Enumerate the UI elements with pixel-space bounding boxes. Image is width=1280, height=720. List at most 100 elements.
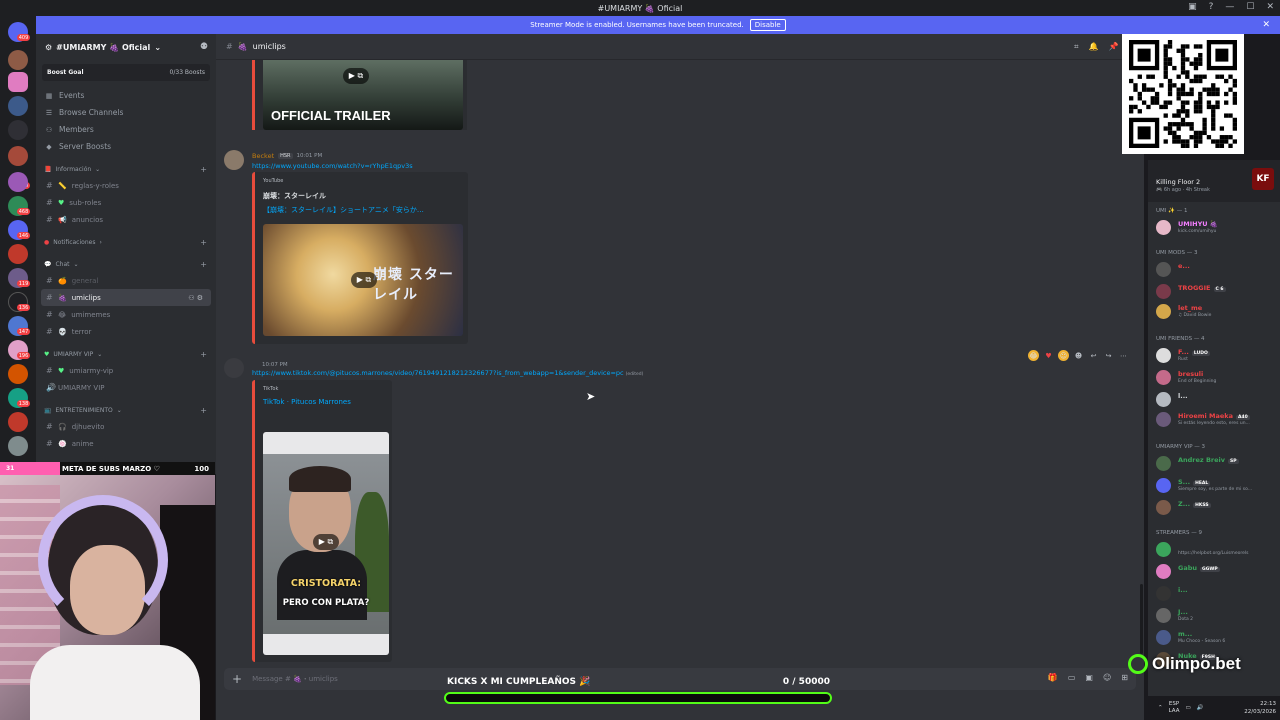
server-icon[interactable] (8, 146, 28, 166)
inbox-icon[interactable]: ▣ (1188, 2, 1197, 12)
gift-icon[interactable]: 🎁 (1048, 673, 1058, 682)
react-laugh-icon[interactable]: 😂 (1028, 350, 1039, 361)
member-item[interactable]: Hiroemi Maeka A40 Si estás leyendo esto, … (1156, 410, 1280, 430)
invite-people-icon[interactable]: ⚉ (200, 42, 208, 52)
apps-icon[interactable]: ⊞ (1121, 673, 1128, 682)
server-icon[interactable] (8, 172, 28, 192)
react-smile-icon[interactable]: ☺ (1058, 350, 1069, 361)
member-activity-card[interactable]: Killing Floor 2 🎮 6h ago · 4h Streak KF (1148, 160, 1280, 202)
server-icon[interactable] (8, 436, 28, 456)
member-item[interactable]: e... (1156, 260, 1280, 280)
member-item[interactable]: J... Dota 2 (1156, 606, 1280, 626)
play-icon[interactable]: ▶ ⧉ (351, 272, 377, 288)
language-indicator[interactable]: ESP LAA (1169, 701, 1180, 715)
add-channel-icon[interactable]: + (200, 350, 207, 359)
pin-icon[interactable]: 📌 (1108, 42, 1118, 52)
gif-icon[interactable]: ▭ (1068, 673, 1076, 682)
embed-provider[interactable]: YouTube (263, 178, 283, 184)
play-icon[interactable]: ▶ ⧉ (343, 68, 369, 84)
channel-sub-roles[interactable]: # ♥ sub-roles (36, 194, 216, 211)
guild-header[interactable]: ⚙ #UMIARMY 🍇 Oficial ⌄ ⚉ (36, 34, 216, 60)
embed-provider[interactable]: TikTok (263, 386, 278, 392)
category-entretenimiento[interactable]: 📺 ENTRETENIMIENTO ⌄ + (36, 402, 216, 418)
add-channel-icon[interactable]: + (200, 260, 207, 269)
channel-terror[interactable]: # 💀 terror (36, 323, 216, 340)
bell-icon[interactable]: 🔔 (1089, 42, 1099, 52)
network-icon[interactable]: ▭ (1185, 705, 1190, 711)
channel-umimemes[interactable]: # 😂 umimemes (36, 306, 216, 323)
embed-author[interactable]: 崩壊：スターレイル (263, 191, 326, 201)
server-icon[interactable] (8, 96, 28, 116)
channel-general[interactable]: # 🍊 general (36, 272, 216, 289)
add-channel-icon[interactable]: + (200, 238, 207, 247)
nav-browse-channels[interactable]: ☰ Browse Channels (36, 104, 216, 121)
avatar[interactable] (224, 150, 244, 170)
member-item[interactable]: l... (1156, 390, 1280, 410)
member-item[interactable]: m... Mu Choco - Season 6 (1156, 628, 1280, 648)
member-item[interactable]: let_me ♫ David Bowie (1156, 302, 1280, 322)
forward-icon[interactable]: ↪ (1103, 350, 1114, 361)
add-channel-icon[interactable]: + (200, 406, 207, 415)
reply-icon[interactable]: ↩ (1088, 350, 1099, 361)
boost-goal-bar[interactable]: Boost Goal 0/33 Boosts (42, 64, 210, 81)
help-icon[interactable]: ? (1209, 2, 1214, 12)
member-item[interactable]: Z... HKSS (1156, 498, 1280, 518)
avatar[interactable] (224, 358, 244, 378)
tiktok-url[interactable]: https://www.tiktok.com/@pitucos.marrones… (252, 369, 624, 377)
server-icon[interactable] (8, 364, 28, 384)
tiktok-thumbnail[interactable]: ▶ ⧉ CRISTORATA: PERO CON PLATA? (263, 432, 389, 655)
channel-settings-icons[interactable]: ⚇ ⚙ (188, 294, 203, 302)
upload-plus-icon[interactable]: + (232, 672, 242, 686)
member-item[interactable]: Andrez Breiv SP (1156, 454, 1280, 474)
embed-title-link[interactable]: 【崩壊：スターレイル】ショートアニメ「安らか… (263, 205, 424, 215)
react-heart-icon[interactable]: ♥ (1043, 350, 1054, 361)
member-item[interactable]: bresuli End of Beginning (1156, 368, 1280, 388)
category-informacion[interactable]: 📕 Información ⌄ + (36, 161, 216, 177)
member-item[interactable]: F... LUDO Rust (1156, 346, 1280, 366)
server-icon[interactable] (8, 412, 28, 432)
channel-djhuevito[interactable]: # 🎧 djhuevito (36, 418, 216, 435)
volume-icon[interactable]: 🔊 (1197, 705, 1204, 711)
server-icon[interactable] (8, 72, 28, 92)
server-icon[interactable] (8, 120, 28, 140)
server-icon[interactable] (8, 50, 28, 70)
embed-title-link[interactable]: TikTok · Pitucos Marrones (263, 398, 351, 406)
youtube-thumbnail[interactable]: 崩壊 スターレイル ▶ ⧉ (263, 224, 463, 336)
category-umiarmy-vip[interactable]: ♥ UMIARMY VIP ⌄ + (36, 346, 216, 362)
category-chat[interactable]: 💬 Chat ⌄ + (36, 256, 216, 272)
system-clock[interactable]: 22:13 22/03/2026 (1244, 700, 1276, 716)
chat-scrollbar[interactable] (1140, 584, 1143, 654)
channel-umiarmy-vip[interactable]: # ♥ umiarmy-vip (36, 362, 216, 379)
minimize-button[interactable]: — (1225, 2, 1234, 12)
channel-reglas-y-roles[interactable]: # 📏 reglas-y-roles (36, 177, 216, 194)
member-item[interactable]: S... HEAL Siempre soy, es parte de mi so.… (1156, 476, 1280, 496)
message-link[interactable]: https://www.tiktok.com/@pitucos.marrones… (252, 369, 643, 377)
emoji-icon[interactable]: ☺ (1103, 673, 1111, 682)
channel-umiclips[interactable]: # 🍇 umiclips ⚇ ⚙ (41, 289, 211, 306)
play-icon[interactable]: ▶ ⧉ (313, 534, 339, 550)
sticker-icon[interactable]: ▣ (1085, 673, 1093, 682)
channel-anuncios[interactable]: # 📢 anuncios (36, 211, 216, 228)
member-item[interactable]: TROGGIE C 6 (1156, 282, 1280, 302)
composer-placeholder[interactable]: Message # 🍇・umiclips (252, 674, 338, 684)
voice-channel-umiarmy-vip[interactable]: 🔊 UMIARMY VIP (36, 379, 216, 396)
nav-members[interactable]: ⚇ Members (36, 121, 216, 138)
member-item[interactable]: UMIHYU 🍇 kick.com/umihyu (1156, 218, 1280, 238)
server-icon[interactable] (8, 244, 28, 264)
add-reaction-icon[interactable]: ☻ (1073, 350, 1084, 361)
chevron-up-icon[interactable]: ⌃ (1158, 705, 1163, 711)
disable-streamer-mode-button[interactable]: Disable (749, 19, 786, 31)
member-item[interactable]: ㅤ https://helpbot.org/Luismeorels (1156, 540, 1280, 560)
threads-icon[interactable]: ⌗ (1074, 42, 1079, 52)
nav-server-boosts[interactable]: ◆ Server Boosts (36, 138, 216, 155)
channel-anime[interactable]: # 🍥 anime (36, 435, 216, 452)
more-options-icon[interactable]: ⋯ (1118, 350, 1129, 361)
message-author[interactable]: Becket (252, 152, 274, 160)
video-embed-trailer[interactable]: ▶ ⧉ OFFICIAL TRAILER (252, 60, 467, 130)
close-banner-icon[interactable]: ✕ (1262, 20, 1270, 30)
member-item[interactable]: Gabu GGWP (1156, 562, 1280, 582)
message-link[interactable]: https://www.youtube.com/watch?v=rYhpE1qp… (252, 162, 413, 170)
category-notificaciones[interactable]: ● Notificaciones › + (36, 234, 216, 250)
nav-events[interactable]: ▦ Events (36, 87, 216, 104)
add-channel-icon[interactable]: + (200, 165, 207, 174)
